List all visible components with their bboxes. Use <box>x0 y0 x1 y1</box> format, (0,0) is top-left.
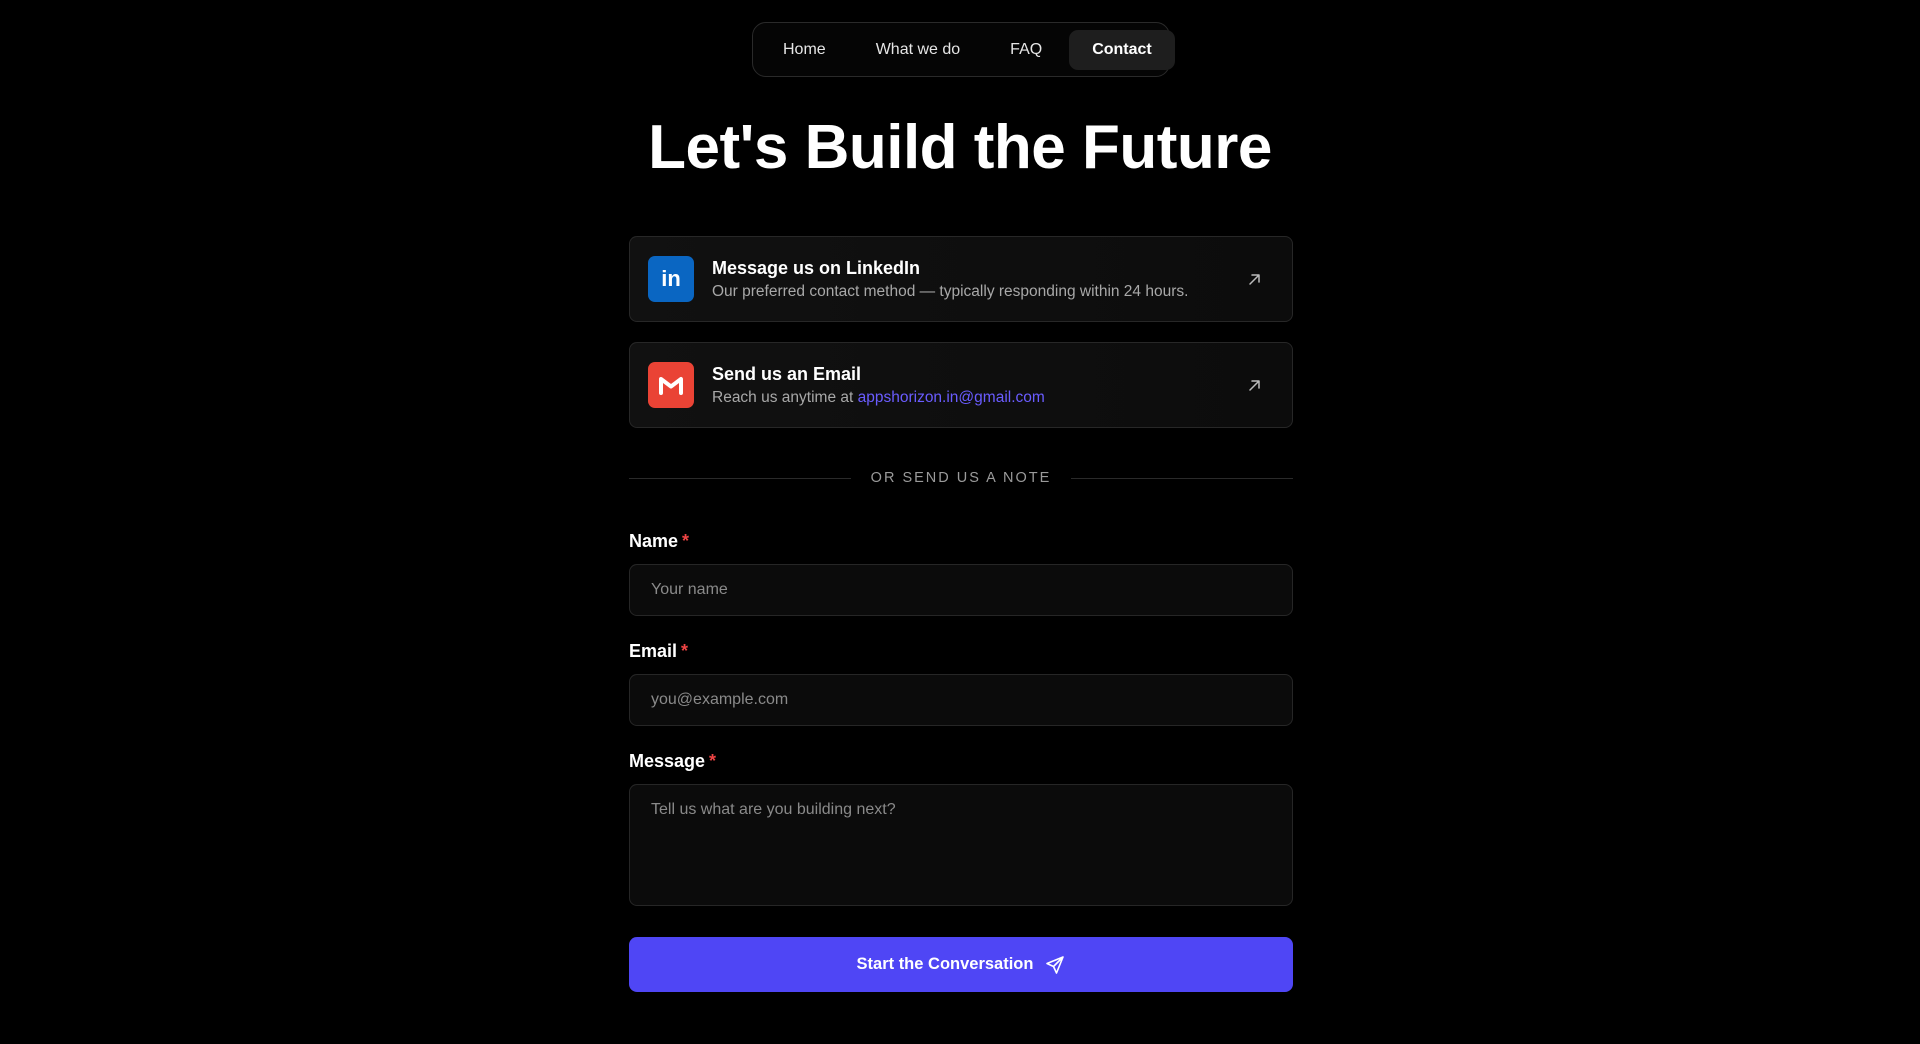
email-label: Email * <box>629 641 688 662</box>
email-label-text: Email <box>629 641 678 661</box>
arrow-up-right-icon <box>1246 271 1262 287</box>
submit-button[interactable]: Start the Conversation <box>629 937 1293 992</box>
nav-item-what-we-do[interactable]: What we do <box>853 30 983 70</box>
send-icon <box>1045 955 1065 975</box>
divider-line-left <box>629 477 851 479</box>
linkedin-icon-text: in <box>661 266 681 291</box>
email-card[interactable]: Send us an Email Reach us anytime at app… <box>629 342 1293 428</box>
email-card-text: Send us an Email Reach us anytime at app… <box>712 364 1246 407</box>
nav-item-contact[interactable]: Contact <box>1069 29 1175 70</box>
linkedin-card-description: Our preferred contact method — typically… <box>712 282 1189 300</box>
divider-line-right <box>1071 477 1293 479</box>
message-label: Message * <box>629 751 716 772</box>
contact-page: Home What we do FAQ Contact Let's Build … <box>0 0 1920 1044</box>
email-input[interactable] <box>629 674 1293 726</box>
divider-label: OR SEND US A NOTE <box>870 470 1052 486</box>
required-marker: * <box>682 531 690 551</box>
submit-button-label: Start the Conversation <box>856 955 1034 973</box>
message-textarea[interactable] <box>629 784 1293 906</box>
email-card-title: Send us an Email <box>712 363 862 384</box>
nav-item-home[interactable]: Home <box>760 30 849 70</box>
name-input[interactable] <box>629 564 1293 616</box>
linkedin-icon: in <box>648 256 694 302</box>
email-card-description: Reach us anytime at appshorizon.in@gmail… <box>712 389 1246 407</box>
message-label-text: Message <box>629 751 706 771</box>
linkedin-card-text: Message us on LinkedIn Our preferred con… <box>712 258 1246 301</box>
linkedin-card-title: Message us on LinkedIn <box>712 257 921 278</box>
arrow-up-right-icon <box>1246 377 1262 393</box>
name-label-text: Name <box>629 531 679 551</box>
gmail-icon <box>648 362 694 408</box>
page-title: Let's Build the Future <box>648 113 1272 182</box>
nav-item-faq[interactable]: FAQ <box>987 30 1065 70</box>
name-label: Name * <box>629 531 689 552</box>
email-address-link[interactable]: appshorizon.in@gmail.com <box>858 389 1045 406</box>
section-divider: OR SEND US A NOTE <box>629 470 1293 486</box>
linkedin-card[interactable]: in Message us on LinkedIn Our preferred … <box>629 236 1293 322</box>
email-card-prefix: Reach us anytime at <box>712 388 854 406</box>
top-nav: Home What we do FAQ Contact <box>752 22 1175 77</box>
required-marker: * <box>709 751 717 771</box>
required-marker: * <box>681 641 689 661</box>
